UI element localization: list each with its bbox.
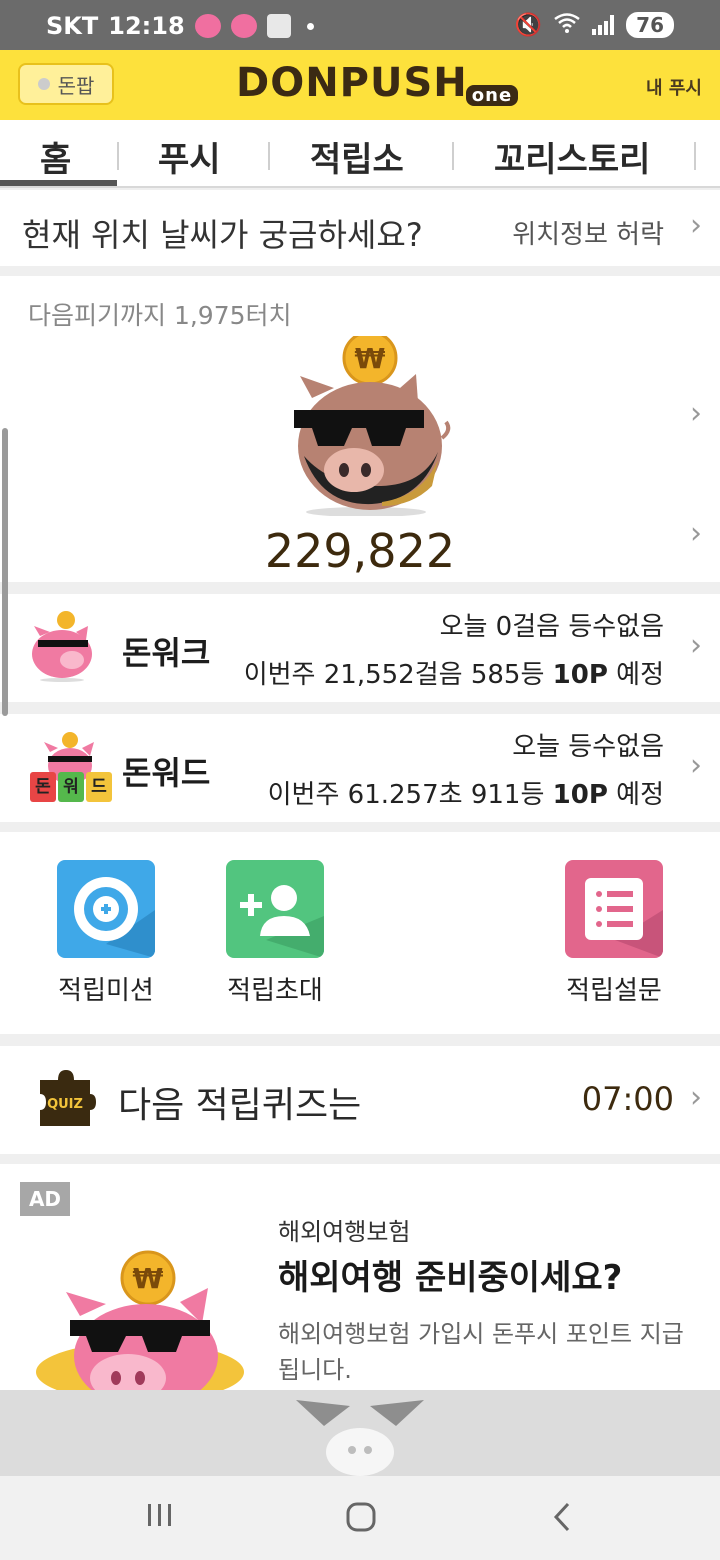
quiz-row[interactable]: QUIZ 다음 적립퀴즈는 07:00 › [0,1046,720,1154]
ad-category: 해외여행보험 [278,1218,411,1246]
wifi-icon [554,12,580,38]
survey-label: 적립설문 [566,976,662,1006]
status-right: 🔇 76 [515,12,674,38]
mission-tile [57,860,155,958]
word-tile: 워 [58,772,84,802]
mute-icon: 🔇 [514,12,543,38]
app-logo: DONPUSH one [236,60,519,106]
donword-title: 돈워드 [122,754,211,792]
status-left: SKT 12:18 [46,12,314,40]
footer-mascot-strip [0,1390,720,1476]
donwalk-week-suffix: 예정 [607,660,664,690]
donwalk-week: 이번주 21,552걸음 585등 10P 예정 [244,654,664,691]
list-icon [585,878,663,958]
notification-pig2-icon [230,14,257,38]
donwalk-points: 10P [552,660,608,690]
toggle-dot-icon [37,78,50,90]
mission-label: 적립미션 [58,976,154,1006]
tab-rewards[interactable]: 적립소 [310,132,404,181]
invite-tile [226,860,324,958]
add-circle-icon [74,877,155,958]
donword-today: 오늘 등수없음 [512,732,664,762]
location-permission-link[interactable]: 위치정보 허락 [512,214,664,251]
donword-week-suffix: 예정 [607,780,664,810]
logo-suffix: one [465,85,519,106]
my-push-link[interactable]: 내 푸시 [646,74,702,100]
ad-banner[interactable]: AD ₩ 해외여행보험 해외여행 준비중이세요? 해외여행보험 가입시 돈푸시 … [0,1164,720,1390]
notification-app-icon [266,14,291,38]
tab-bar: 홈 푸시 적립소 꼬리스토리 [0,120,720,188]
donwalk-title: 돈워크 [122,634,211,672]
donword-week-text: 이번주 61.257초 911등 [267,780,553,810]
chevron-right-icon: › [690,628,702,663]
battery-indicator: 76 [626,12,674,38]
donwalk-week-text: 이번주 21,552걸음 585등 [243,660,553,690]
weather-question: 현재 위치 날씨가 궁금하세요? [22,216,423,254]
tab-push[interactable]: 푸시 [158,132,221,181]
donword-tiles: 돈 워 드 [30,772,112,802]
more-notifications-icon [306,22,314,30]
ad-pig-image: ₩ [36,1250,244,1390]
quiz-icon-text: QUIZ [47,1097,83,1112]
donword-points: 10P [552,780,608,810]
svg-text:₩: ₩ [355,342,386,375]
system-nav-bar [0,1476,720,1560]
piggy-bank-card: 다음피기까지 1,975터치 ₩ › › 229,822 [0,276,720,582]
quiz-puzzle-icon: QUIZ [40,1070,96,1126]
notification-pig-icon [194,14,221,38]
status-bar: SKT 12:18 🔇 76 [0,0,720,50]
carrier-label: SKT [46,12,99,40]
tab-divider [117,142,119,170]
donwalk-today: 오늘 0걸음 등수없음 [439,612,664,642]
recent-apps-icon[interactable] [144,1500,176,1530]
tab-divider [268,142,270,170]
chevron-right-icon: › [690,208,702,243]
quiz-time: 07:00 [581,1080,674,1118]
signal-icon [592,15,615,35]
active-tab-indicator [0,180,117,186]
donpan-toggle[interactable]: 돈팝 [18,63,114,105]
next-pig-counter: 다음피기까지 1,975터치 [28,301,292,330]
donpan-label: 돈팝 [57,73,95,98]
word-tile: 돈 [30,772,56,802]
quiz-title: 다음 적립퀴즈는 [118,1085,362,1126]
location-weather-banner[interactable]: 현재 위치 날씨가 궁금하세요? 위치정보 허락 › [0,190,720,266]
chevron-right-icon[interactable]: › [690,396,702,431]
survey-tile [565,860,663,958]
tab-home[interactable]: 홈 [40,132,71,181]
clock: 12:18 [108,12,185,40]
mascot-pig-icon [296,1400,424,1476]
invite-button[interactable]: 적립초대 [225,860,325,1007]
donwalk-pig-icon [32,611,92,682]
ad-badge: AD [20,1182,70,1216]
tab-divider [452,142,454,170]
donword-row[interactable]: 돈 워 드 돈워드 오늘 등수없음 이번주 61.257초 911등 10P 예… [0,714,720,822]
chevron-right-icon: › [690,748,702,783]
add-person-icon [240,885,324,958]
tab-divider [694,142,696,170]
home-icon[interactable] [344,1500,378,1534]
app-header: 돈팝 DONPUSH one 내 푸시 [0,50,720,120]
scroll-indicator [2,428,8,716]
back-icon[interactable] [550,1500,574,1534]
reward-actions: 적립미션 적립초대 적립설문 [0,832,720,1034]
ad-headline: 해외여행 준비중이세요? [278,1258,623,1298]
mission-button[interactable]: 적립미션 [56,860,156,1007]
word-tile: 드 [86,772,112,802]
survey-button[interactable]: 적립설문 [564,860,664,1007]
point-total: 229,822 [264,524,456,578]
logo-text: DONPUSH [236,60,468,106]
chevron-right-icon: › [690,1080,702,1115]
ad-body: 해외여행보험 가입시 돈푸시 포인트 지급됩니다. [278,1320,684,1384]
svg-text:₩: ₩ [133,1262,164,1295]
tab-story[interactable]: 꼬리스토리 [494,132,650,181]
donwalk-row[interactable]: 돈워크 오늘 0걸음 등수없음 이번주 21,552걸음 585등 10P 예정… [0,594,720,702]
invite-label: 적립초대 [227,976,323,1006]
donword-week: 이번주 61.257초 911등 10P 예정 [268,774,664,811]
piggy-bank-image[interactable]: ₩ [282,336,462,516]
